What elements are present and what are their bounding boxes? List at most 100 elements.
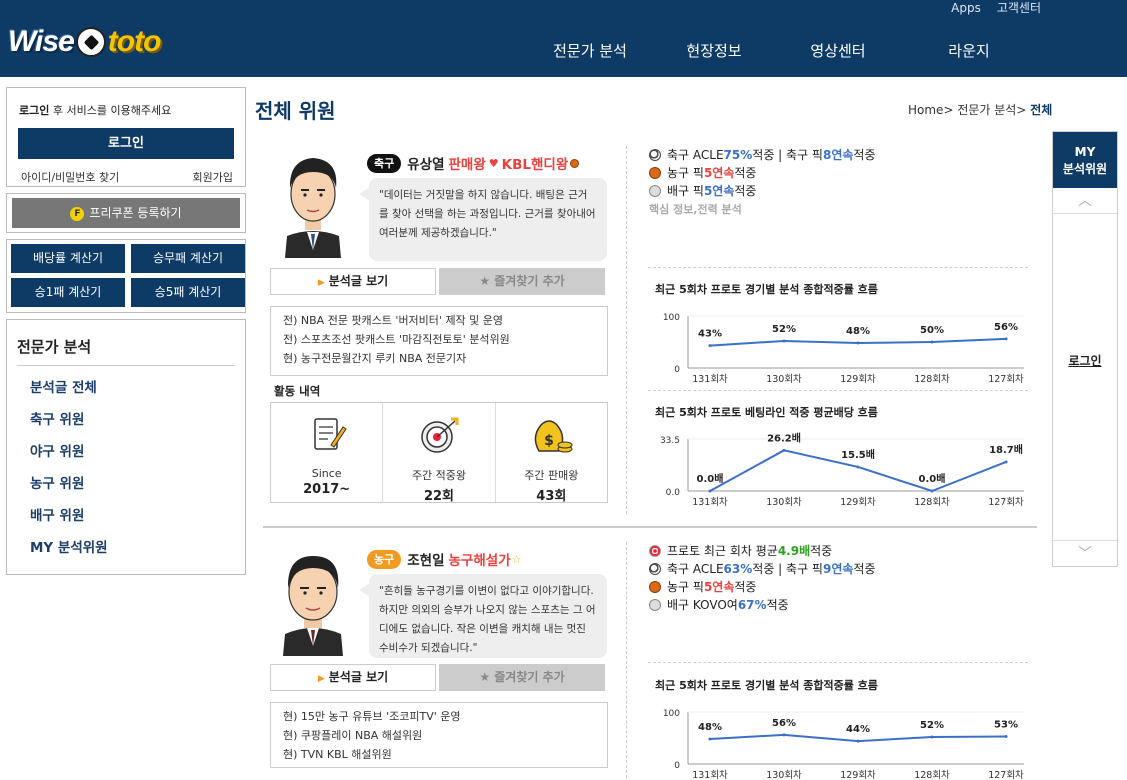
view-analysis-button[interactable]: ▶ 분석글 보기 bbox=[270, 268, 436, 295]
add-favorite-button[interactable]: ★ 즐겨찾기 추가 bbox=[439, 268, 605, 295]
login-links: 아이디/비밀번호 찾기 회원가입 bbox=[21, 169, 233, 185]
odds-calculator-button[interactable]: 배당률 계산기 bbox=[11, 244, 125, 273]
stat-highlight: 67% bbox=[737, 598, 767, 612]
target-icon bbox=[649, 545, 661, 557]
y-tick-label: 33.5 bbox=[660, 436, 680, 446]
data-point bbox=[930, 489, 934, 493]
data-point bbox=[930, 340, 934, 344]
data-label: 0.0배 bbox=[697, 472, 724, 485]
stat-highlight: 9연속 bbox=[822, 562, 854, 576]
wisetoto-logo[interactable]: Wise toto bbox=[8, 22, 161, 62]
expert-name[interactable]: 조현일 bbox=[407, 549, 444, 569]
nav-lounge[interactable]: 라운지 bbox=[904, 40, 1034, 61]
career-item: 현) TVN KBL 해설위원 bbox=[283, 748, 392, 761]
data-point bbox=[856, 465, 860, 469]
chevron-down-icon[interactable]: ﹀ bbox=[1053, 540, 1117, 566]
breadcrumb: Home> 전문가 분석> 전체 bbox=[908, 103, 1053, 117]
expert-quote: "흔히들 농구경기를 이변이 없다고 이야기합니다. 하지만 의외의 승부가 나… bbox=[359, 574, 607, 658]
login-button[interactable]: 로그인 bbox=[18, 128, 234, 159]
login-message-rest: 후 서비스를 이용해주세요 bbox=[49, 104, 172, 117]
win5-lose-calculator-button[interactable]: 승5패 계산기 bbox=[131, 278, 245, 307]
menu-volleyball-experts[interactable]: 배구 위원 bbox=[17, 500, 235, 532]
menu-soccer-experts[interactable]: 축구 위원 bbox=[17, 404, 235, 436]
data-point bbox=[708, 737, 712, 741]
data-label: 0.0배 bbox=[919, 472, 946, 485]
data-point bbox=[1004, 734, 1008, 738]
coupon-box: F 프리쿠폰 등록하기 bbox=[6, 193, 246, 233]
data-label: 53% bbox=[994, 719, 1018, 730]
win1-lose-calculator-button[interactable]: 승1패 계산기 bbox=[11, 278, 125, 307]
x-tick-label: 127회차 bbox=[988, 373, 1024, 384]
my-panel-login-link[interactable]: 로그인 bbox=[1053, 352, 1117, 369]
stat-line: 배구 픽 5연속 적중 bbox=[649, 182, 876, 200]
x-tick-label: 131회차 bbox=[692, 769, 728, 780]
expert-card: 축구 유상열 판매왕 ♥ KBL핸디왕 "데이터는 거짓말을 하지 않습니다. … bbox=[263, 146, 1037, 518]
x-tick-label: 131회차 bbox=[692, 373, 728, 384]
x-tick-label: 130회차 bbox=[766, 496, 802, 507]
stat-text: 배구 픽 bbox=[667, 184, 704, 198]
activity-value: 43회 bbox=[536, 489, 567, 504]
stat-highlight: 5연속 bbox=[703, 184, 735, 198]
stat-highlight: 5연속 bbox=[703, 580, 735, 594]
win-draw-lose-calculator-button[interactable]: 승무패 계산기 bbox=[131, 244, 245, 273]
expert-name[interactable]: 유상열 bbox=[407, 153, 444, 173]
expert-career: 전) NBA 전문 팟캐스트 '버저비터' 제작 및 운영 전) 스포츠조선 팟… bbox=[270, 306, 608, 376]
stat-highlight: 63% bbox=[723, 562, 753, 576]
page-title: 전체 위원 bbox=[255, 99, 336, 123]
odds-chart: 33.5 0.0 0.0배 131회차 26.2배 130회차 15.5배 129회차 0.0배… bbox=[660, 431, 1024, 507]
heart-icon: ♥ bbox=[488, 156, 499, 170]
menu-baseball-experts[interactable]: 야구 위원 bbox=[17, 436, 235, 468]
login-message-bold: 로그인 bbox=[19, 104, 50, 117]
chart-title: 최근 5회차 프로토 베팅라인 적중 평균배당 흐름 bbox=[655, 406, 878, 419]
x-tick-label: 127회차 bbox=[988, 496, 1024, 507]
customer-center-link[interactable]: 고객센터 bbox=[997, 0, 1041, 16]
soccer-ball-icon bbox=[75, 27, 106, 57]
breadcrumb-expert[interactable]: 전문가 분석 bbox=[957, 103, 1016, 117]
stat-text: 축구 ACLE bbox=[667, 562, 724, 576]
stat-text: 적중 bbox=[734, 580, 757, 594]
menu-all-analysis[interactable]: 분석글 전체 bbox=[17, 372, 235, 404]
svg-text:$: $ bbox=[544, 433, 554, 449]
logo-text-wise: Wise bbox=[8, 25, 75, 58]
coupon-label: 프리쿠폰 등록하기 bbox=[89, 206, 182, 220]
data-label: 44% bbox=[846, 724, 870, 735]
stat-text: 적중 bbox=[766, 598, 789, 612]
view-analysis-button[interactable]: ▶ 분석글 보기 bbox=[270, 664, 436, 691]
stat-text: 적중 bbox=[853, 562, 876, 576]
expert-portrait-icon bbox=[285, 158, 341, 258]
stat-text: 적중 bbox=[734, 166, 757, 180]
data-point bbox=[1004, 460, 1008, 464]
data-point bbox=[708, 489, 712, 493]
menu-basketball-experts[interactable]: 농구 위원 bbox=[17, 468, 235, 500]
triangle-right-icon: ▶ bbox=[317, 674, 325, 684]
career-item: 전) NBA 전문 팟캐스트 '버저비터' 제작 및 운영 bbox=[283, 314, 504, 327]
divider bbox=[648, 390, 1028, 391]
data-label: 56% bbox=[994, 322, 1018, 333]
x-tick-label: 129회차 bbox=[840, 769, 876, 780]
target-icon bbox=[421, 417, 459, 453]
chevron-up-icon[interactable]: ︿ bbox=[1053, 188, 1117, 214]
volleyball-icon bbox=[649, 599, 661, 611]
menu-my-experts[interactable]: MY 분석위원 bbox=[17, 532, 235, 564]
expert-quote: "데이터는 거짓말을 하지 않습니다. 배팅은 근거를 찾아 선택을 하는 과정… bbox=[359, 178, 607, 261]
nav-field-info[interactable]: 현장정보 bbox=[652, 40, 776, 61]
breadcrumb-home[interactable]: Home bbox=[908, 103, 943, 117]
free-coupon-button[interactable]: F 프리쿠폰 등록하기 bbox=[12, 198, 240, 228]
join-link[interactable]: 회원가입 bbox=[193, 169, 233, 185]
nav-video-center[interactable]: 영상센터 bbox=[776, 40, 900, 61]
activity-value: 22회 bbox=[423, 489, 455, 504]
x-tick-label: 129회차 bbox=[840, 373, 876, 384]
data-label: 15.5배 bbox=[841, 448, 875, 461]
add-favorite-button[interactable]: ★ 즐겨찾기 추가 bbox=[439, 664, 605, 691]
y-tick-label: 0.0 bbox=[666, 488, 681, 498]
soccer-ball-icon bbox=[649, 149, 661, 161]
expert-stats: 축구 ACLE 75% 적중 | 축구 픽 8연속 적중 농구 픽 5연속 적중 배… bbox=[649, 146, 876, 200]
view-analysis-label: 분석글 보기 bbox=[328, 274, 389, 288]
expert-card: 농구 조현일 농구해설가 ☆ "흔히들 농구경기를 이변이 없다고 이야기합니다… bbox=[263, 542, 1037, 780]
moneybag-icon: $ bbox=[535, 420, 573, 453]
find-id-password-link[interactable]: 아이디/비밀번호 찾기 bbox=[21, 169, 119, 185]
activity-label: 주간 적중왕 bbox=[411, 469, 467, 482]
star-icon: ☆ bbox=[511, 552, 522, 566]
nav-expert-analysis[interactable]: 전문가 분석 bbox=[528, 40, 652, 61]
apps-link[interactable]: Apps bbox=[951, 0, 981, 16]
